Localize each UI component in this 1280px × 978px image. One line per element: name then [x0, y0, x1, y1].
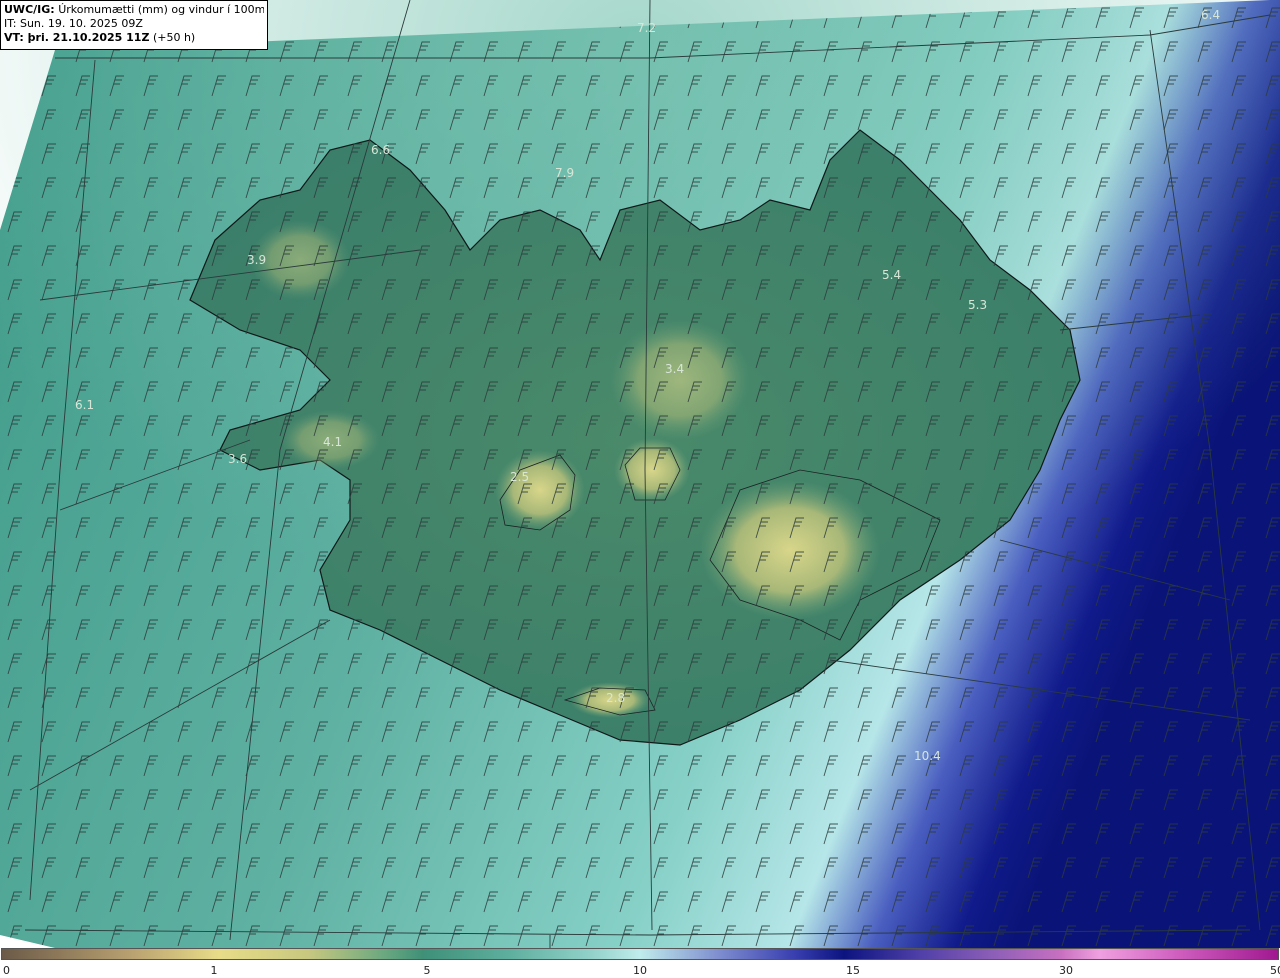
- colorbar-tick: 30: [1059, 964, 1073, 977]
- wind-barbs: [0, 0, 1280, 948]
- colorbar-tick: 50: [1270, 964, 1280, 977]
- map-value: 7.9: [555, 166, 574, 180]
- colorbar: 0 1 5 10 15 30 50: [0, 948, 1280, 978]
- init-time: IT: Sun. 19. 10. 2025 09Z: [4, 17, 143, 30]
- map-value: 2.5: [510, 470, 529, 484]
- map-info-box: UWC/IG: Úrkomumætti (mm) og vindur í 100…: [0, 0, 268, 50]
- map-value: 6.4: [1201, 8, 1220, 22]
- map-value: 10.4: [914, 749, 941, 763]
- colorbar-tick: 5: [423, 964, 431, 977]
- map-value: 4.1: [323, 435, 342, 449]
- map-value: 6.6: [371, 143, 390, 157]
- precipitation-map: 7.2 6.4 6.6 7.9 3.9 5.4 5.3 3.4 6.1 4.1 …: [0, 0, 1280, 948]
- valid-time: VT: þri. 21.10.2025 11Z (+50 h): [4, 31, 196, 44]
- colorbar-strip: [1, 948, 1279, 960]
- map-value: 3.6: [228, 452, 247, 466]
- colorbar-tick: 1: [210, 964, 218, 977]
- map-value: 5.3: [968, 298, 987, 312]
- map-value: 2.8: [606, 691, 625, 705]
- map-value: 7.2: [637, 21, 656, 35]
- map-canvas: 7.2 6.4 6.6 7.9 3.9 5.4 5.3 3.4 6.1 4.1 …: [0, 0, 1280, 948]
- map-value: 3.9: [247, 253, 266, 267]
- colorbar-tick: 15: [846, 964, 860, 977]
- map-value: 5.4: [882, 268, 901, 282]
- map-title: UWC/IG: Úrkomumætti (mm) og vindur í 100…: [4, 3, 264, 16]
- map-value: 6.1: [75, 398, 94, 412]
- map-value: 3.4: [665, 362, 684, 376]
- colorbar-tick: 0: [3, 964, 10, 977]
- colorbar-tick: 10: [633, 964, 647, 977]
